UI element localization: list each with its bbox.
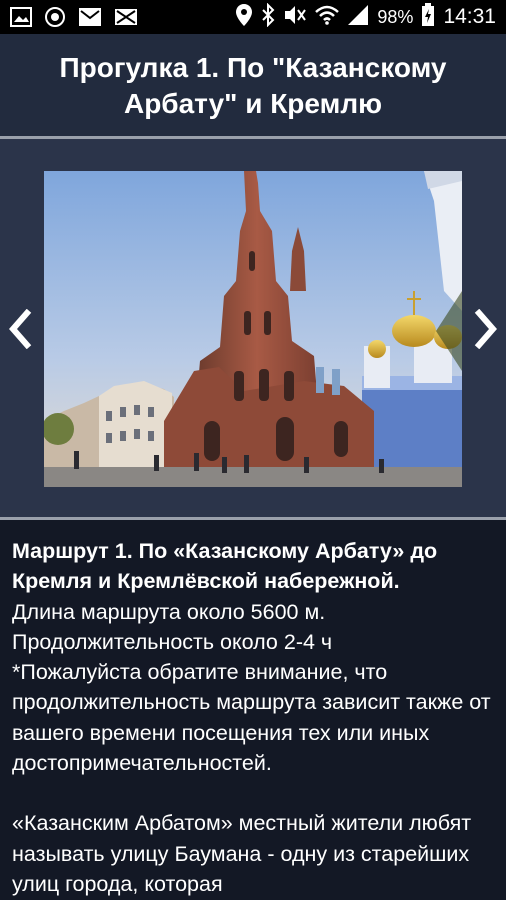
chevron-left-icon: [9, 309, 32, 349]
battery-icon: [421, 2, 435, 32]
cathedral-photo: [44, 171, 462, 487]
settings-icon: [44, 6, 66, 33]
bell-tower-image: [44, 171, 462, 487]
page-title: Прогулка 1. По "Казанскому Арбату" и Кре…: [59, 52, 447, 119]
bluetooth-icon: [261, 2, 275, 32]
route-duration: Продолжительность около 2-4 ч: [12, 629, 333, 654]
battery-percent: 98%: [377, 6, 414, 27]
gallery-icon: [10, 7, 32, 32]
previous-photo-button[interactable]: [2, 307, 38, 351]
photo-gallery[interactable]: [0, 139, 506, 517]
signal-icon: [347, 4, 369, 31]
app-header: Прогулка 1. По "Казанскому Арбату" и Кре…: [0, 34, 506, 136]
route-heading: Маршрут 1. По «Казанскому Арбату» до Кре…: [12, 539, 438, 594]
system-icons: 98% 14:31: [235, 2, 496, 32]
route-note: *Пожалуйста обратите внимание, что продо…: [12, 660, 491, 776]
mail-icon: [78, 7, 102, 32]
mute-icon: [283, 4, 307, 31]
route-description: Маршрут 1. По «Казанскому Арбату» до Кре…: [0, 520, 506, 900]
route-paragraph: «Казанским Арбатом» местный жители любят…: [12, 811, 472, 896]
notification-icons: [10, 6, 138, 33]
next-photo-button[interactable]: [468, 307, 504, 351]
route-length: Длина маршрута около 5600 м.: [12, 599, 326, 624]
email-icon: [114, 7, 138, 32]
status-bar: 98% 14:31: [0, 0, 506, 34]
wifi-icon: [315, 5, 340, 30]
chevron-right-icon: [474, 309, 497, 349]
clock: 14:31: [443, 5, 496, 28]
location-icon: [235, 3, 253, 32]
